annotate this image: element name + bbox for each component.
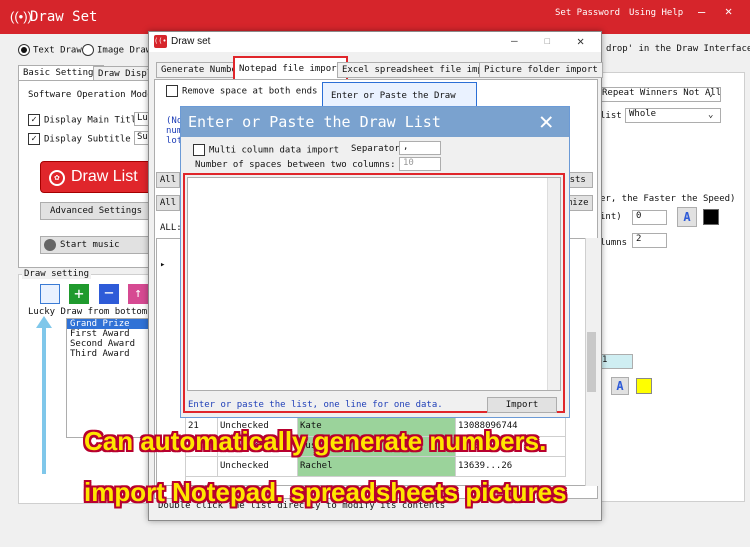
draw-set-title: Draw set [171,36,211,47]
spaces-label: Number of spaces between two columns: [195,160,396,170]
main-title-bar: ((•)) Draw Set Set Password Using Help —… [0,0,750,34]
app-logo-icon: ((•)) [10,9,32,24]
software-operation-mode-label: Software Operation Mode [28,90,153,100]
all-label: ALL: [160,223,182,233]
color-swatch-yellow[interactable] [636,378,652,394]
close-icon[interactable]: ✕ [577,34,584,48]
small-spinner[interactable]: 1 [598,354,633,369]
import-button[interactable]: Import [487,397,557,413]
tab-basic-settings[interactable]: Basic Settings [18,65,104,80]
all-button-2[interactable]: All [156,195,180,211]
tab-notepad-file-import[interactable]: Notepad file import [233,56,348,81]
enter-paste-dialog: Enter or Paste the Draw List ✕ Multi col… [180,106,570,418]
folder-icon[interactable] [40,284,60,304]
menu-using-help[interactable]: Using Help [629,8,683,18]
image-draw-radio[interactable]: Image Draw [82,44,151,56]
draw-list-icon: ✿ [49,170,65,186]
font-icon[interactable]: A [677,207,697,227]
minimize-icon[interactable]: — [698,5,705,19]
font-icon-2[interactable]: A [611,377,629,395]
paste-hint-text: Enter or paste the list, one line for on… [188,400,443,410]
close-icon[interactable]: ✕ [725,4,732,18]
minimize-icon[interactable]: — [511,34,518,47]
repeat-winners-select[interactable]: Repeat Winners Not All [599,87,721,102]
display-subtitle-checkbox[interactable]: Display Subtitle [28,133,131,145]
maximize-icon[interactable]: ☐ [544,34,551,47]
current-row-icon: ▸ [160,260,166,270]
chevron-down-icon: ⌄ [708,89,714,99]
display-main-title-checkbox[interactable]: Display Main Title [28,114,142,126]
right-settings-panel [597,72,745,502]
remove-icon[interactable]: − [99,284,119,304]
promo-line-2: import Notepad. spreadsheets pictures [84,477,567,507]
prize-item[interactable]: Grand Prize [67,319,149,329]
text-draw-radio[interactable]: Text Draw [18,44,82,56]
prize-item[interactable]: Second Award [67,339,149,349]
prize-item[interactable]: Third Award [67,349,149,359]
chevron-down-icon: ⌄ [708,110,714,120]
table-row[interactable]: Unchecked Rachel 13639...26 [186,457,585,477]
music-icon [44,239,56,251]
draw-setting-label: Draw setting [22,269,92,279]
arrow-head-icon [36,316,52,328]
app-title: Draw Set [30,9,98,25]
spaces-input[interactable]: 10 [399,157,441,171]
enter-paste-title: Enter or Paste the Draw List [188,113,441,131]
speed-hint-text: er, the Faster the Speed) [600,194,736,204]
prize-item[interactable]: First Award [67,329,149,339]
tab-picture-folder-import[interactable]: Picture folder import [479,62,603,78]
remove-space-checkbox[interactable]: Remove space at both ends [166,85,317,97]
list-select[interactable]: Whole [625,108,721,123]
prize-list[interactable]: Grand Prize First Award Second Award Thi… [66,318,150,438]
all-button-1[interactable]: All [156,172,180,188]
int-label: int) [600,212,622,222]
separator-input[interactable]: , [399,141,441,155]
scrollbar-thumb[interactable] [587,332,596,392]
advanced-settings-button[interactable]: Advanced Settings [40,202,152,220]
direction-arrow-icon [42,324,46,474]
add-icon[interactable]: + [69,284,89,304]
enter-paste-title-bar: Enter or Paste the Draw List ✕ [181,107,569,137]
multi-column-checkbox[interactable]: Multi column data import [193,144,339,156]
columns-label: lumns [600,238,628,248]
move-up-icon[interactable]: ↑ [128,284,148,304]
close-icon[interactable]: ✕ [539,107,553,135]
menu-set-password[interactable]: Set Password [555,8,620,18]
start-music-button[interactable]: Start music [40,236,152,254]
draw-set-title-bar: ((•)) Draw set — ☐ ✕ [149,32,601,52]
int-spinner[interactable]: 0 [632,210,667,225]
app-logo-icon: ((•)) [154,35,175,48]
list-label: list [600,111,622,121]
promo-line-1: Can automatically generate numbers. [84,426,547,456]
color-swatch-black[interactable] [703,209,719,225]
columns-spinner[interactable]: 2 [632,233,667,248]
separator-label: Separator [351,144,400,154]
textarea-scrollbar[interactable] [547,178,560,390]
draw-list-button[interactable]: ✿ Draw List [40,161,152,193]
right-hint-text: drop' in the Draw Interface [606,44,750,54]
list-textarea[interactable] [187,177,561,391]
